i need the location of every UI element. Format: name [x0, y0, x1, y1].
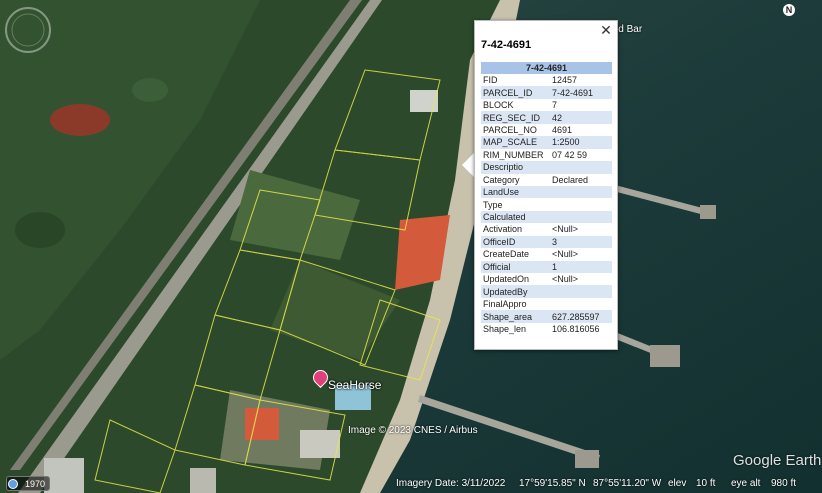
attribute-value: [550, 210, 612, 224]
attribute-table-header: 7-42-4691: [481, 62, 612, 74]
attribute-value: 7-42-4691: [550, 86, 612, 99]
attribute-key: OfficeID: [481, 235, 550, 249]
attribute-value: <Null>: [552, 224, 579, 235]
attribute-key: Official: [481, 260, 550, 273]
compass-north-indicator[interactable]: N: [783, 4, 795, 16]
attribute-value: 12457: [552, 75, 578, 86]
attribute-row: BLOCK 7: [481, 99, 612, 111]
attribute-key: Category: [483, 174, 520, 185]
compass-icon[interactable]: [0, 0, 56, 56]
attribute-row: CreateDate <Null>: [481, 248, 612, 260]
attribute-row: Shape_area 627.285597: [481, 310, 612, 323]
attribute-row: PARCEL_NO 4691: [481, 124, 612, 136]
attribute-row: MAP_SCALE 1:2500: [481, 136, 612, 149]
attribute-row: UpdatedOn <Null>: [481, 273, 612, 285]
google-earth-logo: Google Earth: [733, 452, 822, 469]
imagery-date: Imagery Date: 3/11/2022: [396, 478, 506, 489]
attribute-key: UpdatedOn: [483, 274, 530, 285]
attribute-key: PARCEL_ID: [481, 86, 550, 99]
attribute-row: Official 1: [481, 260, 612, 273]
attribute-value: [550, 161, 612, 174]
attribute-row: LandUse: [481, 185, 612, 199]
attribute-key: FID: [483, 75, 498, 86]
attribute-row: UpdatedBy: [481, 285, 612, 298]
attribute-row: Calculated: [481, 210, 612, 224]
attribute-value: 42: [550, 111, 612, 124]
elevation-label: elev: [668, 478, 687, 489]
attribute-row: REG_SEC_ID 42: [481, 111, 612, 124]
place-label-seahorse[interactable]: SeaHorse: [328, 378, 381, 392]
attribute-key: Activation: [483, 224, 523, 235]
attribute-key: REG_SEC_ID: [481, 111, 550, 124]
attribute-value: 7: [552, 100, 558, 111]
attribute-key: CreateDate: [483, 249, 530, 260]
attribute-key: Shape_len: [483, 323, 527, 334]
attribute-key: PARCEL_NO: [483, 124, 537, 135]
attribute-key: Shape_area: [481, 310, 550, 323]
satellite-map[interactable]: nt and Bar SeaHorse Image © 2023 CNES / …: [0, 0, 822, 493]
close-icon[interactable]: ✕: [599, 23, 613, 37]
longitude-readout: 87°55'11.20" W: [593, 478, 662, 489]
attribute-row: Shape_len 106.816056: [481, 323, 612, 335]
clock-icon[interactable]: [8, 479, 18, 489]
attribute-row: FinalAppro: [481, 298, 612, 310]
attribute-value: 3: [550, 235, 612, 249]
attribute-key: RIM_NUMBER: [483, 149, 544, 160]
attribute-value: [550, 185, 612, 199]
parcel-info-popup: ✕ 7-42-4691 7-42-4691 FID 12457 PARCEL_ID 7…: [474, 20, 618, 350]
elevation-value: 10 ft: [696, 478, 716, 489]
attribute-key: Calculated: [481, 210, 550, 224]
attribute-value: 106.816056: [552, 323, 600, 334]
eye-altitude-value: 980 ft: [771, 478, 797, 489]
attribute-row: Activation <Null>: [481, 223, 612, 235]
attribute-row: Descriptio: [481, 161, 612, 174]
popup-title: 7-42-4691: [481, 39, 532, 51]
attribute-key: FinalAppro: [483, 299, 527, 310]
attribute-value: [550, 285, 612, 298]
attribute-value: 1: [550, 260, 612, 273]
attribute-table: 7-42-4691 FID 12457 PARCEL_ID 7-42-4691 BLOC…: [481, 62, 612, 335]
attribute-value: 1:2500: [550, 136, 612, 149]
attribute-row: Category Declared: [481, 174, 612, 186]
attribute-value: Declared: [552, 174, 589, 185]
eye-altitude-label: eye alt: [731, 478, 761, 489]
attribute-key: LandUse: [481, 185, 550, 199]
attribute-value: <Null>: [552, 274, 579, 285]
attribute-key: Type: [483, 199, 503, 210]
attribute-key: BLOCK: [483, 100, 514, 111]
latitude-readout: 17°59'15.85" N: [519, 478, 586, 489]
attribute-value: 07 42 59: [552, 149, 588, 160]
imagery-copyright: Image © 2023 CNES / Airbus: [348, 425, 478, 436]
attribute-key: Descriptio: [481, 161, 550, 174]
attribute-key: UpdatedBy: [481, 285, 550, 298]
attribute-value: [550, 298, 612, 310]
attribute-row: PARCEL_ID 7-42-4691: [481, 86, 612, 99]
attribute-value: 4691: [552, 124, 573, 135]
attribute-value: <Null>: [552, 249, 579, 260]
attribute-value: 627.285597: [550, 310, 612, 323]
attribute-row: OfficeID 3: [481, 235, 612, 249]
attribute-row: Type: [481, 198, 612, 210]
attribute-key: MAP_SCALE: [481, 136, 550, 149]
map-imagery: [0, 0, 822, 493]
attribute-row: FID 12457: [481, 74, 612, 86]
attribute-value: [550, 198, 612, 210]
attribute-row: RIM_NUMBER 07 42 59: [481, 149, 612, 161]
